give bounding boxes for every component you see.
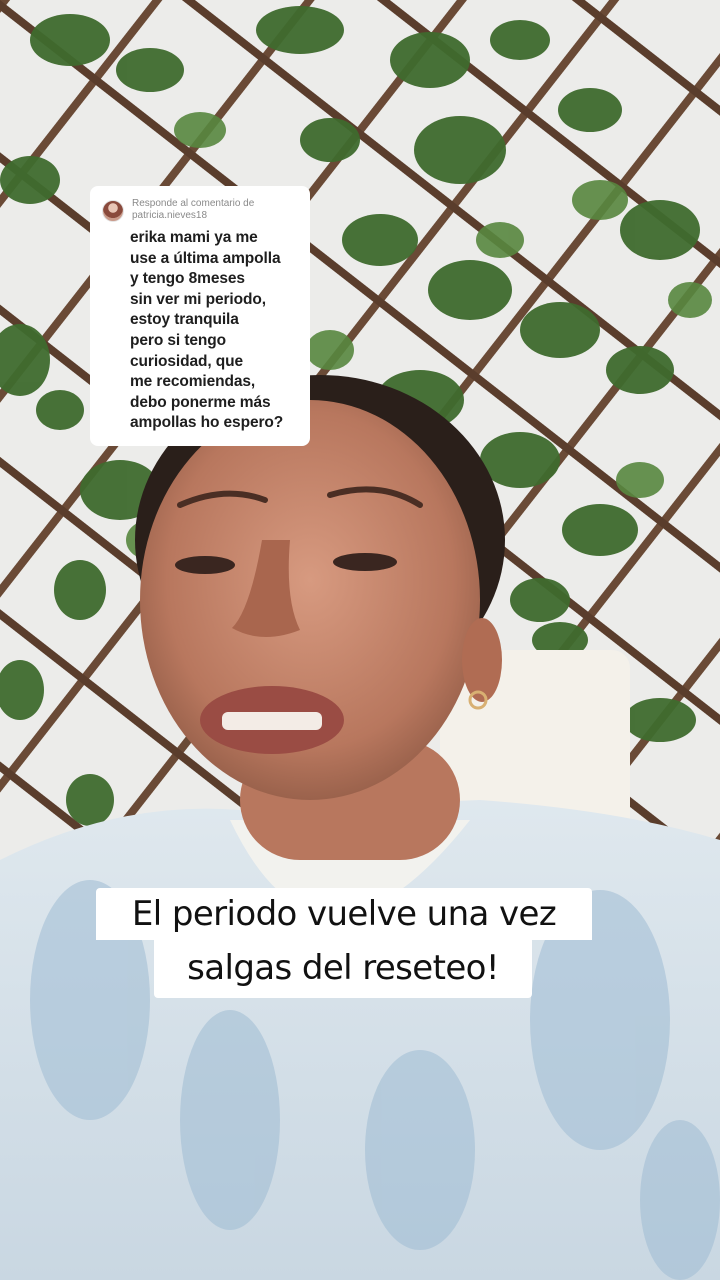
reply-line: estoy tranquila xyxy=(130,311,239,329)
reply-line: sin ver mi periodo, xyxy=(130,290,266,308)
reply-line: ampollas ho espero? xyxy=(130,414,284,432)
reply-line: curiosidad, que xyxy=(130,352,244,370)
reply-header: Responde al comentario de patricia.nieve… xyxy=(132,198,254,222)
reply-line: erika mami ya me xyxy=(130,229,258,246)
reply-line: pero si tengo xyxy=(130,331,227,349)
video-screen: Responde al comentario de patricia.nieve… xyxy=(0,0,720,1280)
caption-line-1: El periodo vuelve una vez xyxy=(96,888,592,940)
reply-comment-card[interactable]: Responde al comentario de patricia.nieve… xyxy=(90,186,310,446)
reply-line: me recomiendas, xyxy=(130,373,256,391)
commenter-avatar[interactable] xyxy=(102,200,124,222)
caption-line-2: salgas del reseteo! xyxy=(154,938,532,998)
reply-comment-text: erika mami ya me use a última ampolla y … xyxy=(130,228,306,434)
reply-header-label: Responde al comentario de xyxy=(132,198,255,209)
reply-username[interactable]: patricia.nieves18 xyxy=(132,210,254,222)
reply-line: use a última ampolla xyxy=(130,249,281,267)
reply-line: debo ponerme más xyxy=(130,393,271,411)
reply-line: y tengo 8meses xyxy=(130,270,245,288)
